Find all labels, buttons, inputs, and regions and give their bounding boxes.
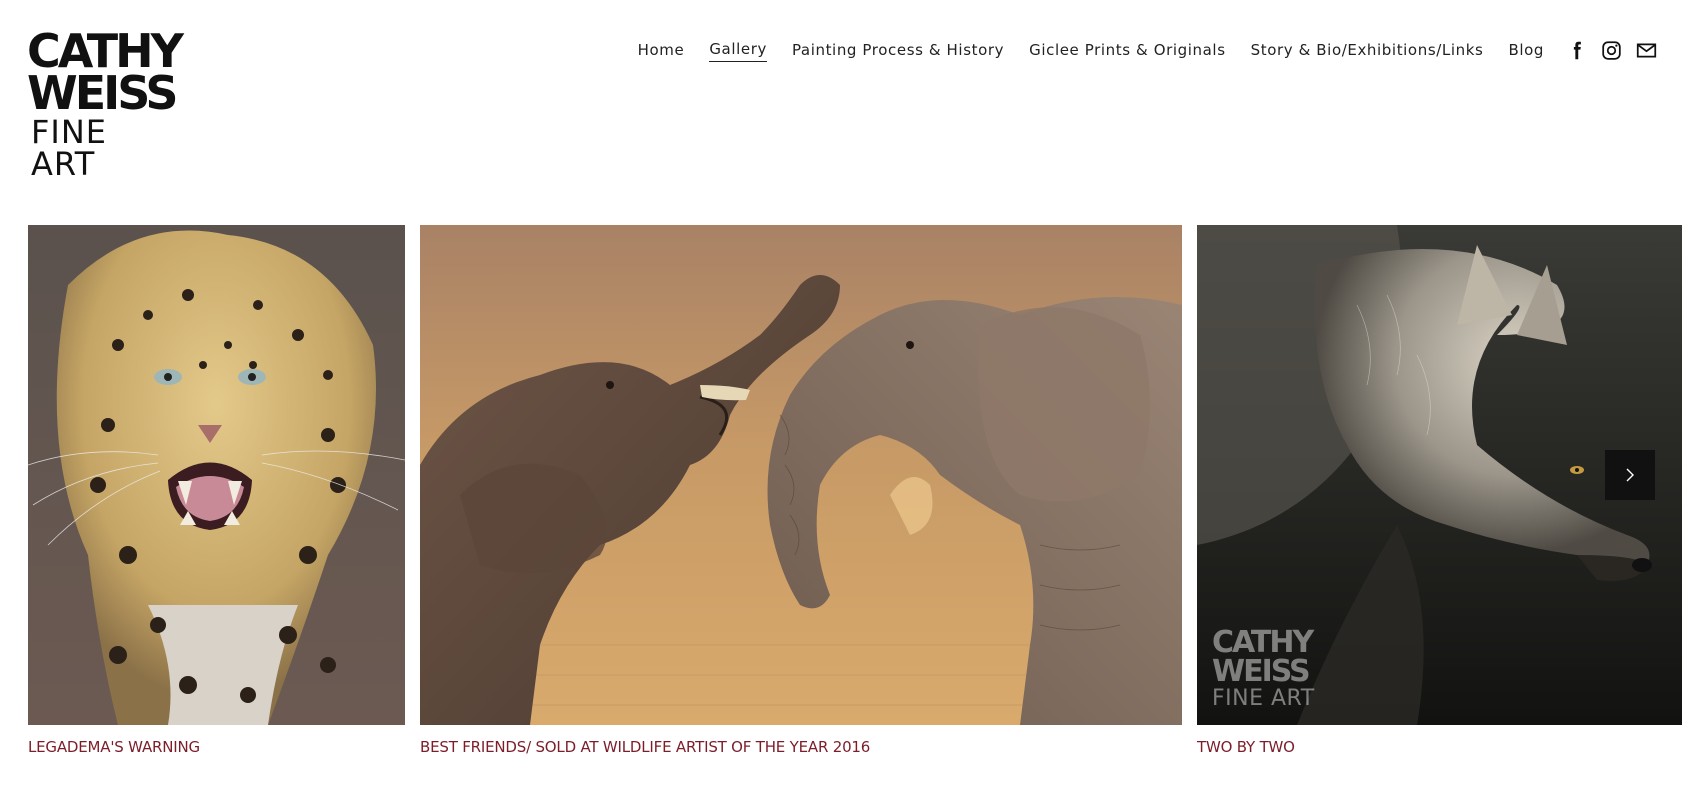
nav-blog[interactable]: Blog [1508, 41, 1544, 62]
instagram-icon[interactable] [1601, 40, 1622, 61]
slide-caption-2[interactable]: BEST FRIENDS/ SOLD AT WILDLIFE ARTIST OF… [420, 738, 870, 756]
nav-story-bio[interactable]: Story & Bio/Exhibitions/Links [1251, 41, 1484, 62]
chevron-right-icon [1626, 468, 1634, 482]
facebook-icon[interactable] [1566, 40, 1587, 61]
nav-home[interactable]: Home [638, 41, 685, 62]
page: CATHY WEISS FINE ART Home Gallery Painti… [0, 0, 1682, 791]
nav-painting-process[interactable]: Painting Process & History [792, 41, 1004, 62]
slide-caption-3[interactable]: TWO BY TWO [1197, 738, 1295, 756]
logo-line-3: FINE ART [31, 113, 107, 183]
watermark-line-1: CATHY [1212, 625, 1314, 660]
elephants-painting [420, 225, 1182, 725]
main-nav: Home Gallery Painting Process & History … [638, 40, 1544, 62]
wolf-watermark: CATHY WEISS FINE ART [1212, 628, 1315, 710]
logo-line-1: CATHY [27, 24, 184, 78]
email-icon[interactable] [1636, 40, 1657, 61]
slide-caption-1[interactable]: LEGADEMA'S WARNING [28, 738, 200, 756]
next-slide-button[interactable] [1605, 450, 1655, 500]
logo-line-2: WEISS [27, 66, 178, 120]
gallery-slide-elephants[interactable] [420, 225, 1182, 725]
social-links [1566, 40, 1657, 61]
watermark-line-3: FINE ART [1212, 686, 1315, 711]
watermark-line-2: WEISS [1212, 654, 1311, 689]
nav-gallery[interactable]: Gallery [709, 40, 767, 62]
nav-giclee-prints[interactable]: Giclee Prints & Originals [1029, 41, 1226, 62]
site-logo[interactable]: CATHY WEISS FINE ART [27, 24, 184, 183]
gallery-slide-leopard[interactable] [28, 225, 405, 725]
leopard-painting [28, 225, 405, 725]
